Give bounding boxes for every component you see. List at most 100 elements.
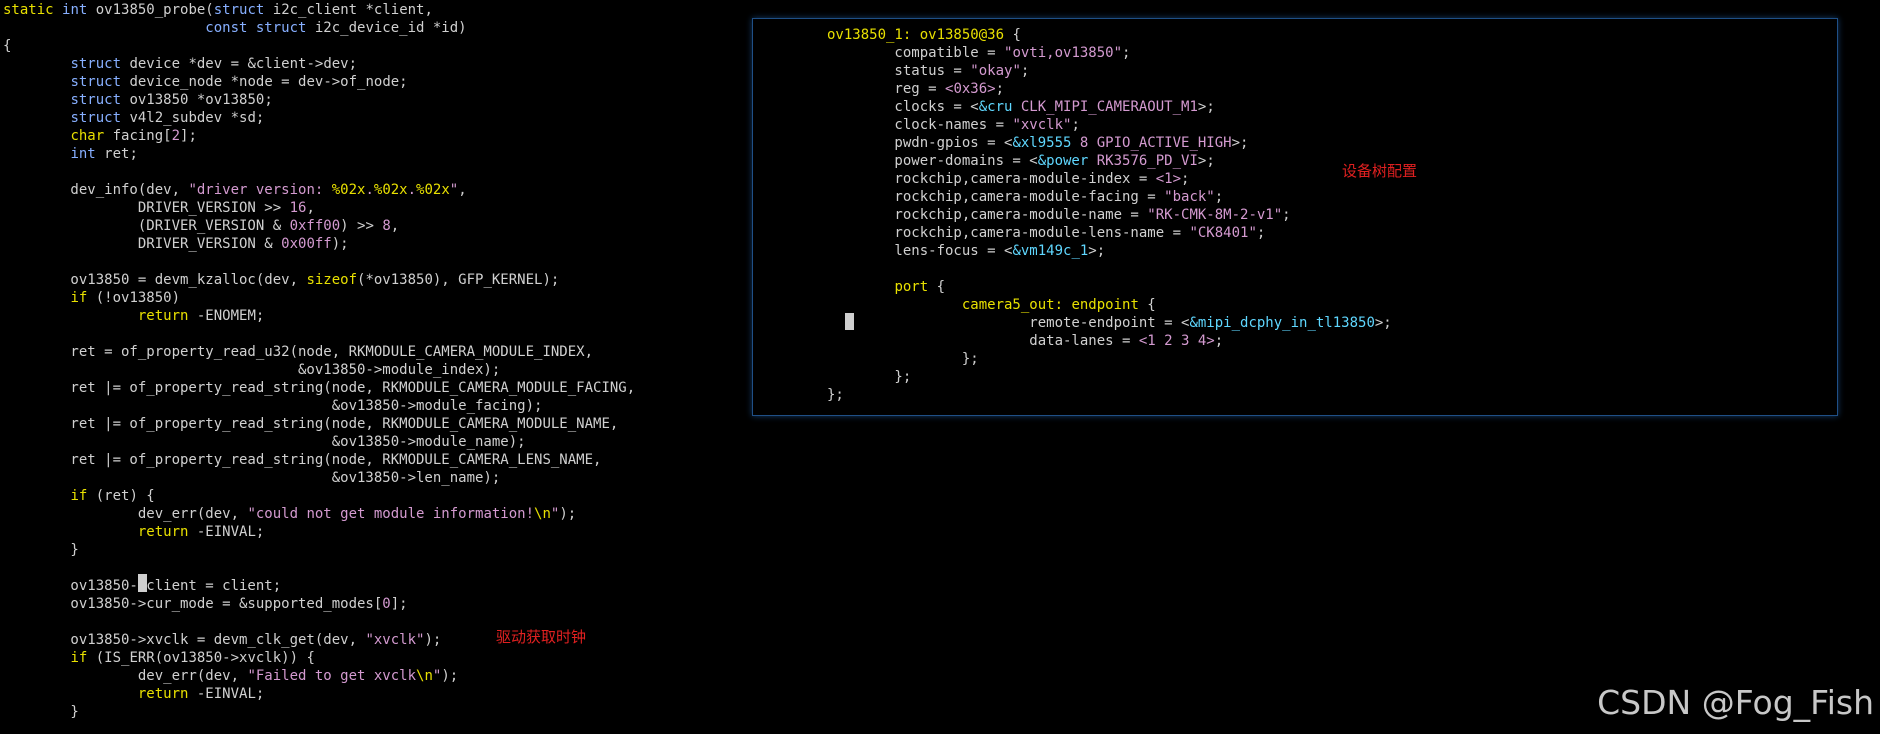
code-line: ret |= of_property_read_string(node, RKM…	[3, 380, 635, 396]
code-token: -EINVAL;	[196, 686, 265, 702]
code-token: "xvclk"	[1012, 117, 1072, 133]
code-token: clocks = <	[827, 99, 979, 115]
code-token: ;	[1122, 45, 1131, 61]
code-line: }	[3, 542, 78, 558]
code-token: clock-names =	[827, 117, 1013, 133]
code-token: ;	[1181, 171, 1190, 187]
annotation-driver-clock: 驱动获取时钟	[496, 628, 587, 646]
code-token: struct	[70, 92, 130, 108]
text-cursor-devicetree	[845, 313, 854, 330]
code-token: endpoint	[1071, 297, 1148, 313]
code-line: rockchip,camera-module-index = <1>;	[827, 171, 1189, 187]
code-token: static	[3, 2, 63, 18]
code-token: {	[1012, 27, 1021, 43]
code-token: ov13850 = devm_kzalloc(dev,	[3, 272, 307, 288]
code-token: if	[70, 488, 96, 504]
code-token: dev_err(dev,	[3, 668, 248, 684]
code-token: -ENOMEM;	[196, 308, 265, 324]
code-line: status = "okay";	[827, 63, 1029, 79]
code-token: status =	[827, 63, 971, 79]
code-token: \n	[534, 506, 551, 522]
code-token: remote-endpoint = <	[827, 315, 1190, 331]
code-token: ret |= of_property_read_string(node, RKM…	[3, 452, 602, 468]
code-token: camera5_out:	[961, 297, 1072, 313]
code-token: ret;	[104, 146, 138, 162]
code-line: struct device_node *node = dev->of_node;	[3, 74, 407, 90]
code-token: (ret) {	[95, 488, 155, 504]
code-line: if (IS_ERR(ov13850->xvclk)) {	[3, 650, 315, 666]
code-token: ret |= of_property_read_string(node, RKM…	[3, 380, 636, 396]
code-token: return	[137, 524, 197, 540]
code-token: };	[827, 351, 979, 367]
code-token: );	[331, 236, 349, 252]
code-token: return	[137, 308, 197, 324]
code-token: 8 GPIO_ACTIVE_HIGH	[1079, 135, 1232, 151]
code-token: if	[70, 290, 96, 306]
code-token: if	[70, 650, 96, 666]
code-token: i2c_client *client,	[272, 2, 433, 18]
code-line: const struct i2c_device_id *id)	[3, 20, 466, 36]
code-token: "ovti,ov13850"	[1004, 45, 1123, 61]
code-token: ;	[995, 81, 1005, 97]
annotation-devicetree-config: 设备树配置	[1342, 162, 1418, 180]
code-token: ret = of_property_read_u32(node, RKMODUL…	[3, 344, 594, 360]
code-token: \n	[416, 668, 433, 684]
code-token: ];	[180, 128, 197, 144]
code-line: data-lanes = <1 2 3 4>;	[827, 333, 1223, 349]
code-token: 16	[289, 200, 307, 216]
code-token: (IS_ERR(ov13850->xvclk)) {	[95, 650, 315, 666]
code-token: "back"	[1164, 189, 1215, 205]
code-token: &power	[1037, 153, 1097, 169]
devicetree-code: ov13850_1: ov13850@36 { compatible = "ov…	[827, 26, 1392, 404]
code-line: return -EINVAL;	[3, 686, 264, 702]
code-token: ov13850->xvclk = devm_clk_get(dev,	[3, 632, 366, 648]
code-token: v4l2_subdev *sd;	[129, 110, 265, 126]
code-token: "	[449, 182, 459, 198]
code-token: rockchip,camera-module-name =	[827, 207, 1148, 223]
code-token: <1 2 3 4>	[1138, 333, 1215, 349]
code-token: sizeof	[306, 272, 358, 288]
code-token: "could not get module information!	[247, 506, 535, 522]
code-line: (DRIVER_VERSION & 0xff00) >> 8,	[3, 218, 399, 234]
code-token: port	[894, 279, 937, 295]
code-token: &mipi_dcphy_in_tl13850	[1189, 315, 1375, 331]
code-token: 0xff00	[289, 218, 341, 234]
code-line: ov13850->xvclk = devm_clk_get(dev, "xvcl…	[3, 632, 441, 648]
text-cursor	[138, 574, 147, 592]
code-line: rockchip,camera-module-name = "RK-CMK-8M…	[827, 207, 1291, 223]
code-token: dev_info(dev,	[3, 182, 189, 198]
code-token: ) >>	[340, 218, 383, 234]
code-token: >;	[1197, 153, 1215, 169]
code-line: int ret;	[3, 146, 138, 162]
code-token: ov13850->cur_mode = &supported_modes[	[3, 596, 383, 612]
code-token: "driver version:	[188, 182, 332, 198]
code-token: ;	[1282, 207, 1291, 223]
code-line: struct v4l2_subdev *sd;	[3, 110, 264, 126]
code-token: struct	[70, 56, 130, 72]
code-token: return	[137, 686, 197, 702]
code-token: (!ov13850)	[95, 290, 181, 306]
code-token: {	[936, 279, 946, 295]
code-token: int	[70, 146, 105, 162]
code-token: ov13850_probe(	[95, 2, 214, 18]
code-token: char	[70, 128, 113, 144]
code-line: if (ret) {	[3, 488, 155, 504]
code-line: camera5_out: endpoint {	[827, 297, 1156, 313]
code-token: %02x	[331, 182, 366, 198]
code-token: device *dev = &client->dev;	[129, 56, 358, 72]
code-token: &ov13850->len_name);	[3, 470, 501, 486]
code-token: dev_err(dev,	[3, 506, 248, 522]
code-token: 2	[171, 128, 181, 144]
code-line: &ov13850->module_index);	[3, 362, 500, 378]
code-token: ];	[390, 596, 408, 612]
code-token: "CK8401"	[1189, 225, 1257, 241]
code-token: .	[407, 182, 417, 198]
